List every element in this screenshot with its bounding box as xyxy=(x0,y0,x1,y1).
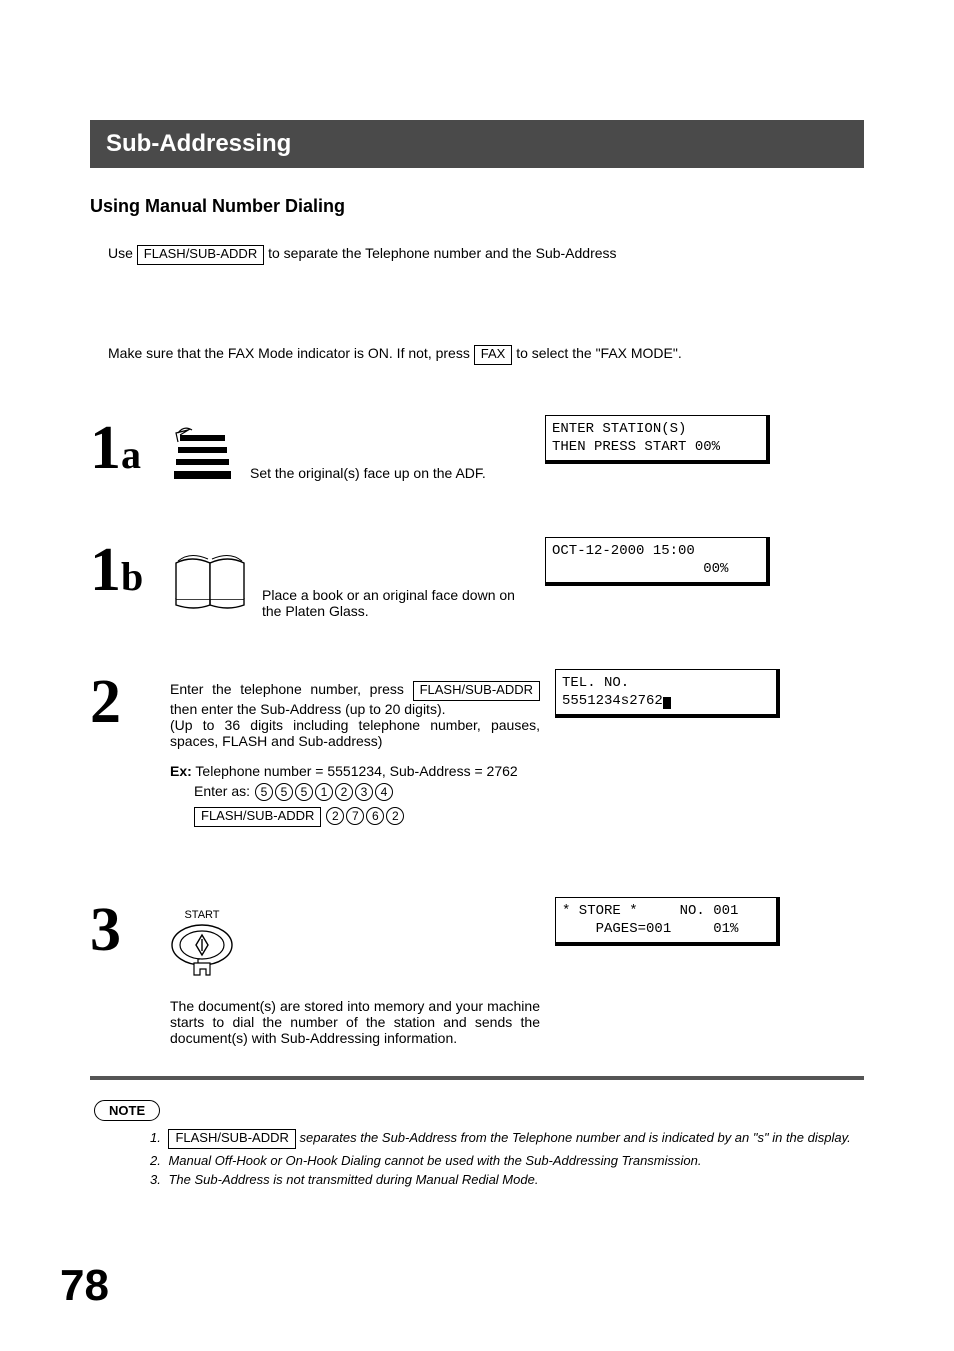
keypad-digit: 5 xyxy=(295,783,313,801)
lcd-display-2: TEL. NO. 5551234s2762 xyxy=(555,669,780,718)
start-button-icon xyxy=(170,923,234,979)
keypad-digit: 5 xyxy=(255,783,273,801)
lcd-display-1a: ENTER STATION(S) THEN PRESS START 00% xyxy=(545,415,770,464)
step-num-suffix: b xyxy=(121,554,143,599)
section-heading: Using Manual Number Dialing xyxy=(90,196,864,217)
note-item-1: 1. FLASH/SUB-ADDR separates the Sub-Addr… xyxy=(150,1129,864,1149)
step-number-3: 3 xyxy=(90,897,170,959)
step-number-1a: 1a xyxy=(90,415,170,477)
note-pill-label: NOTE xyxy=(94,1100,160,1121)
step-num-digit: 1 xyxy=(90,536,121,604)
step-num-suffix: a xyxy=(121,432,141,477)
step-3-text: The document(s) are stored into memory a… xyxy=(170,998,540,1046)
display-2-line1: TEL. NO. xyxy=(562,675,629,691)
note-1-text: separates the Sub-Address from the Telep… xyxy=(300,1130,851,1145)
flash-sub-addr-key: FLASH/SUB-ADDR xyxy=(413,681,540,701)
step-1b: 1b Place a book or an original face down… xyxy=(90,537,864,619)
keypad-digit: 1 xyxy=(315,783,333,801)
step-2-line1-pre: Enter the telephone number, press xyxy=(170,681,413,697)
step-3: 3 START The document(s) are stored into … xyxy=(90,897,864,1046)
start-button-graphic: START xyxy=(170,909,540,982)
mode-pre: Make sure that the FAX Mode indicator is… xyxy=(108,345,474,361)
separator-rule xyxy=(90,1076,864,1080)
flash-sub-addr-key: FLASH/SUB-ADDR xyxy=(168,1129,295,1149)
lcd-display-3: * STORE * NO. 001 PAGES=001 01% xyxy=(555,897,780,946)
step-number-2: 2 xyxy=(90,669,170,731)
book-on-glass-icon xyxy=(170,549,252,617)
intro-pre: Use xyxy=(108,245,137,261)
keypad-digit: 2 xyxy=(326,807,344,825)
mode-post: to select the "FAX MODE". xyxy=(516,345,682,361)
intro-text: Use FLASH/SUB-ADDR to separate the Telep… xyxy=(108,245,864,265)
note-item-3: 3. The Sub-Address is not transmitted du… xyxy=(150,1172,864,1187)
page-number: 78 xyxy=(60,1261,109,1311)
step-1b-text: Place a book or an original face down on… xyxy=(262,549,530,619)
step-2-line3: (Up to 36 digits including telephone num… xyxy=(170,717,540,749)
example-text: Telephone number = 5551234, Sub-Address … xyxy=(192,763,518,779)
keypad-digit: 2 xyxy=(335,783,353,801)
note-3-text: The Sub-Address is not transmitted durin… xyxy=(168,1172,538,1187)
start-label: START xyxy=(170,909,234,921)
adf-document-icon xyxy=(170,427,240,487)
step-1a-text: Set the original(s) face up on the ADF. xyxy=(250,427,486,481)
keypad-digit: 4 xyxy=(375,783,393,801)
note-section: NOTE 1. FLASH/SUB-ADDR separates the Sub… xyxy=(90,1100,864,1187)
lcd-display-1b: OCT-12-2000 15:00 00% xyxy=(545,537,770,586)
step-num-digit: 1 xyxy=(90,414,121,482)
page-title: Sub-Addressing xyxy=(90,120,864,168)
step-1a: 1a Set the original(s) face up on the AD… xyxy=(90,415,864,487)
enter-as-label: Enter as: xyxy=(194,783,250,799)
keypad-digit: 7 xyxy=(346,807,364,825)
fax-key: FAX xyxy=(474,345,513,365)
cursor-icon xyxy=(663,697,671,709)
step-2: 2 Enter the telephone number, press FLAS… xyxy=(90,669,864,827)
step-number-1b: 1b xyxy=(90,537,170,599)
note-num: 3. xyxy=(150,1172,161,1187)
flash-sub-addr-key: FLASH/SUB-ADDR xyxy=(194,807,321,827)
mode-instruction: Make sure that the FAX Mode indicator is… xyxy=(108,345,864,365)
note-num: 1. xyxy=(150,1130,161,1145)
note-item-2: 2. Manual Off-Hook or On-Hook Dialing ca… xyxy=(150,1153,864,1168)
example-block: Ex: Telephone number = 5551234, Sub-Addr… xyxy=(170,763,540,827)
intro-post: to separate the Telephone number and the… xyxy=(268,245,616,261)
step-2-instruction: Enter the telephone number, press FLASH/… xyxy=(170,681,540,749)
note-2-text: Manual Off-Hook or On-Hook Dialing canno… xyxy=(168,1153,701,1168)
flash-sub-addr-key: FLASH/SUB-ADDR xyxy=(137,245,264,265)
keypad-digit: 5 xyxy=(275,783,293,801)
example-label: Ex: xyxy=(170,763,192,779)
display-2-line2: 5551234s2762 xyxy=(562,693,663,709)
note-num: 2. xyxy=(150,1153,161,1168)
keypad-digit: 3 xyxy=(355,783,373,801)
keypad-digit: 2 xyxy=(386,807,404,825)
step-2-line2: then enter the Sub-Address (up to 20 dig… xyxy=(170,701,446,717)
keypad-digit: 6 xyxy=(366,807,384,825)
